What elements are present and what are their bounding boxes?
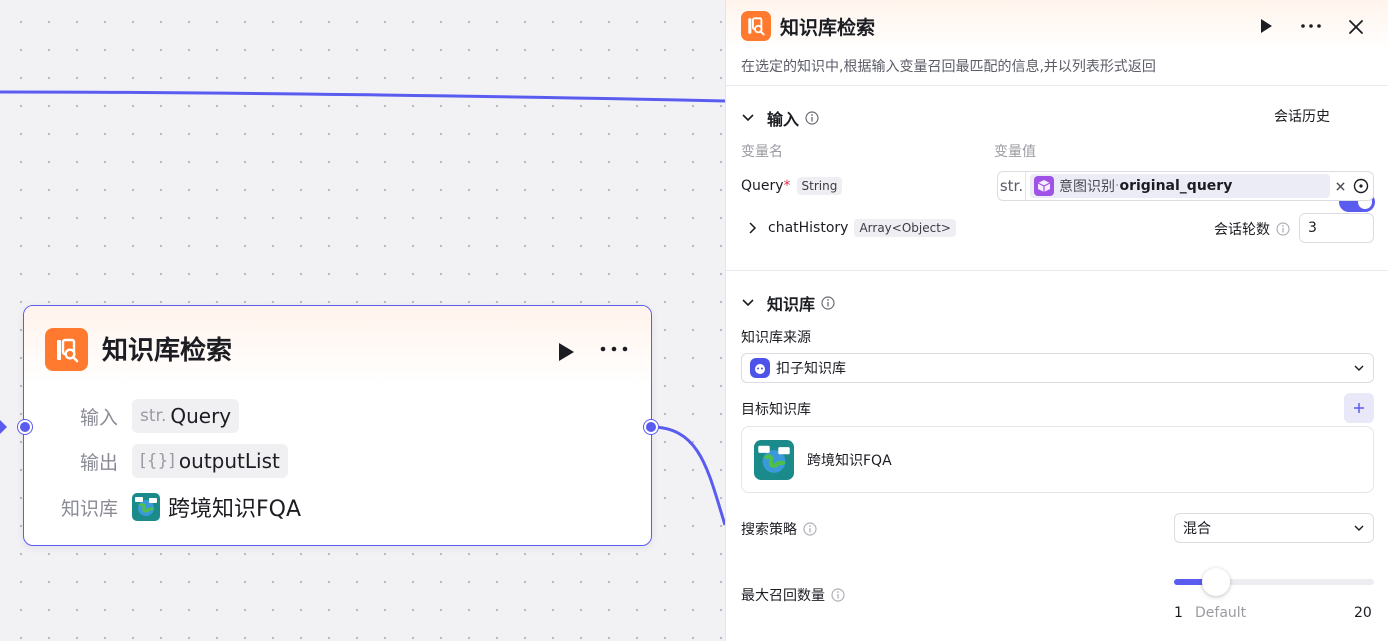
node-title: 知识库检索 [102, 336, 233, 366]
node-input-chip: str. Query [132, 399, 240, 433]
panel-description: 在选定的知识中,根据输入变量召回最匹配的信息,并以列表形式返回 [741, 59, 1156, 75]
string-type-icon: str. [998, 172, 1026, 200]
edge-in-arrow [0, 420, 7, 434]
slider-handle[interactable] [1202, 568, 1231, 596]
query-var-row: Query * String [741, 177, 843, 195]
query-var-name: Query [741, 178, 784, 194]
edge-top[interactable] [0, 90, 725, 103]
query-ref-pill[interactable]: 意图识别 · original_query [1030, 174, 1330, 198]
array-object-type-icon: [{}] [140, 451, 175, 471]
workflow-canvas[interactable]: 知识库检索 输入 str. Query 输出 [{}] outputList 知… [0, 0, 725, 641]
panel-title: 知识库检索 [780, 17, 876, 39]
kb-source-label: 知识库来源 [741, 330, 811, 346]
input-section-title: 输入 [767, 110, 800, 129]
info-icon[interactable] [1276, 222, 1290, 236]
max-recall-label: 最大召回数量 [741, 588, 825, 604]
node-output-chip: [{}] outputList [132, 444, 288, 478]
node-kb-value: 跨境知识FQA [168, 497, 302, 522]
info-icon[interactable] [821, 296, 835, 310]
kb-target-label: 目标知识库 [741, 402, 811, 418]
variable-picker-icon[interactable] [1353, 178, 1369, 194]
more-icon[interactable] [599, 340, 629, 358]
close-button[interactable] [1345, 16, 1367, 38]
add-kb-button[interactable] [1344, 393, 1374, 423]
string-type-icon: str. [140, 406, 167, 426]
strategy-label: 搜索策略 [741, 522, 797, 538]
node-output-port[interactable] [644, 420, 658, 434]
node-kb-row: 知识库 跨境知识FQA [44, 490, 301, 524]
chevron-right-icon[interactable] [746, 222, 758, 234]
kb-source-value: 扣子知识库 [776, 361, 846, 377]
strategy-label-wrap: 搜索策略 [741, 519, 817, 539]
info-icon[interactable] [831, 588, 845, 602]
input-section-header[interactable]: 输入 [741, 106, 819, 130]
info-icon[interactable] [803, 522, 817, 536]
clear-icon[interactable] [1336, 181, 1345, 191]
max-recall-slider[interactable] [1174, 568, 1374, 596]
knowledge-retrieval-icon [741, 11, 771, 41]
node-header: 知识库检索 [24, 306, 651, 384]
rounds-label-wrap: 会话轮数 [1214, 219, 1290, 239]
section-divider [726, 270, 1388, 271]
kb-source-selected: 扣子知识库 [750, 358, 846, 378]
kb-globe-icon [132, 493, 160, 521]
more-button[interactable] [1299, 16, 1323, 36]
close-icon [1349, 20, 1363, 34]
rounds-label: 会话轮数 [1214, 222, 1270, 238]
history-label: 会话历史 [1274, 109, 1330, 125]
chevron-down-icon [1354, 525, 1364, 531]
col-var-value: 变量值 [994, 144, 1036, 160]
node-input-value: Query [170, 404, 232, 428]
kb-target-card[interactable]: 跨境知识FQA [741, 426, 1374, 493]
more-icon [1301, 24, 1321, 28]
ref-var-name: original_query [1119, 178, 1233, 194]
kb-retrieval-node[interactable]: 知识库检索 输入 str. Query 输出 [{}] outputList 知… [23, 305, 652, 546]
node-input-port[interactable] [18, 420, 32, 434]
node-kb-item: 跨境知识FQA [132, 491, 301, 523]
ref-node-name: 意图识别 [1059, 179, 1115, 195]
plus-icon [1354, 403, 1364, 413]
strategy-select[interactable]: 混合 [1174, 513, 1374, 543]
slider-min: 1 [1174, 605, 1183, 621]
kb-source-select[interactable]: 扣子知识库 [741, 353, 1374, 383]
kb-target-name: 跨境知识FQA [807, 452, 892, 469]
kb-section-title: 知识库 [767, 295, 816, 314]
chevron-down-icon [742, 299, 754, 307]
kb-section-header[interactable]: 知识库 [741, 291, 835, 315]
run-icon [1261, 19, 1272, 33]
node-output-value: outputList [178, 449, 280, 473]
required-mark: * [783, 178, 791, 194]
node-settings-panel: 知识库检索 在选定的知识中,根据输入变量召回最匹配的信息,并以列表形式返回 输入… [725, 0, 1388, 641]
node-input-label: 输入 [79, 406, 118, 429]
chat-history-row[interactable]: chatHistory Array<Object> [746, 219, 956, 237]
node-input-row: 输入 str. Query [44, 399, 240, 433]
run-button[interactable] [1256, 16, 1276, 36]
edge-out[interactable] [650, 425, 725, 526]
chevron-down-icon [1354, 365, 1364, 371]
slider-default: Default [1195, 605, 1247, 621]
chevron-down-icon [742, 114, 754, 122]
max-recall-label-wrap: 最大召回数量 [741, 585, 845, 605]
slider-max: 20 [1354, 605, 1372, 621]
col-var-name: 变量名 [741, 144, 783, 160]
rounds-input[interactable]: 3 [1299, 213, 1374, 243]
query-type-tag: String [796, 177, 843, 195]
chat-history-name: chatHistory [768, 220, 849, 236]
strategy-value: 混合 [1183, 521, 1211, 537]
query-ref-field[interactable]: str. 意图识别 · original_query [997, 171, 1374, 201]
panel-header: 知识库检索 在选定的知识中,根据输入变量召回最匹配的信息,并以列表形式返回 [726, 0, 1388, 86]
knowledge-retrieval-icon [45, 328, 88, 371]
run-icon[interactable] [555, 341, 577, 363]
kb-globe-icon [754, 439, 794, 480]
node-output-label: 输出 [79, 451, 118, 474]
node-output-row: 输出 [{}] outputList [44, 444, 288, 478]
coze-logo-icon [750, 358, 770, 378]
intent-node-icon [1034, 176, 1054, 196]
info-icon[interactable] [805, 111, 819, 125]
chat-history-type-tag: Array<Object> [854, 219, 956, 237]
node-kb-label: 知识库 [60, 497, 118, 520]
